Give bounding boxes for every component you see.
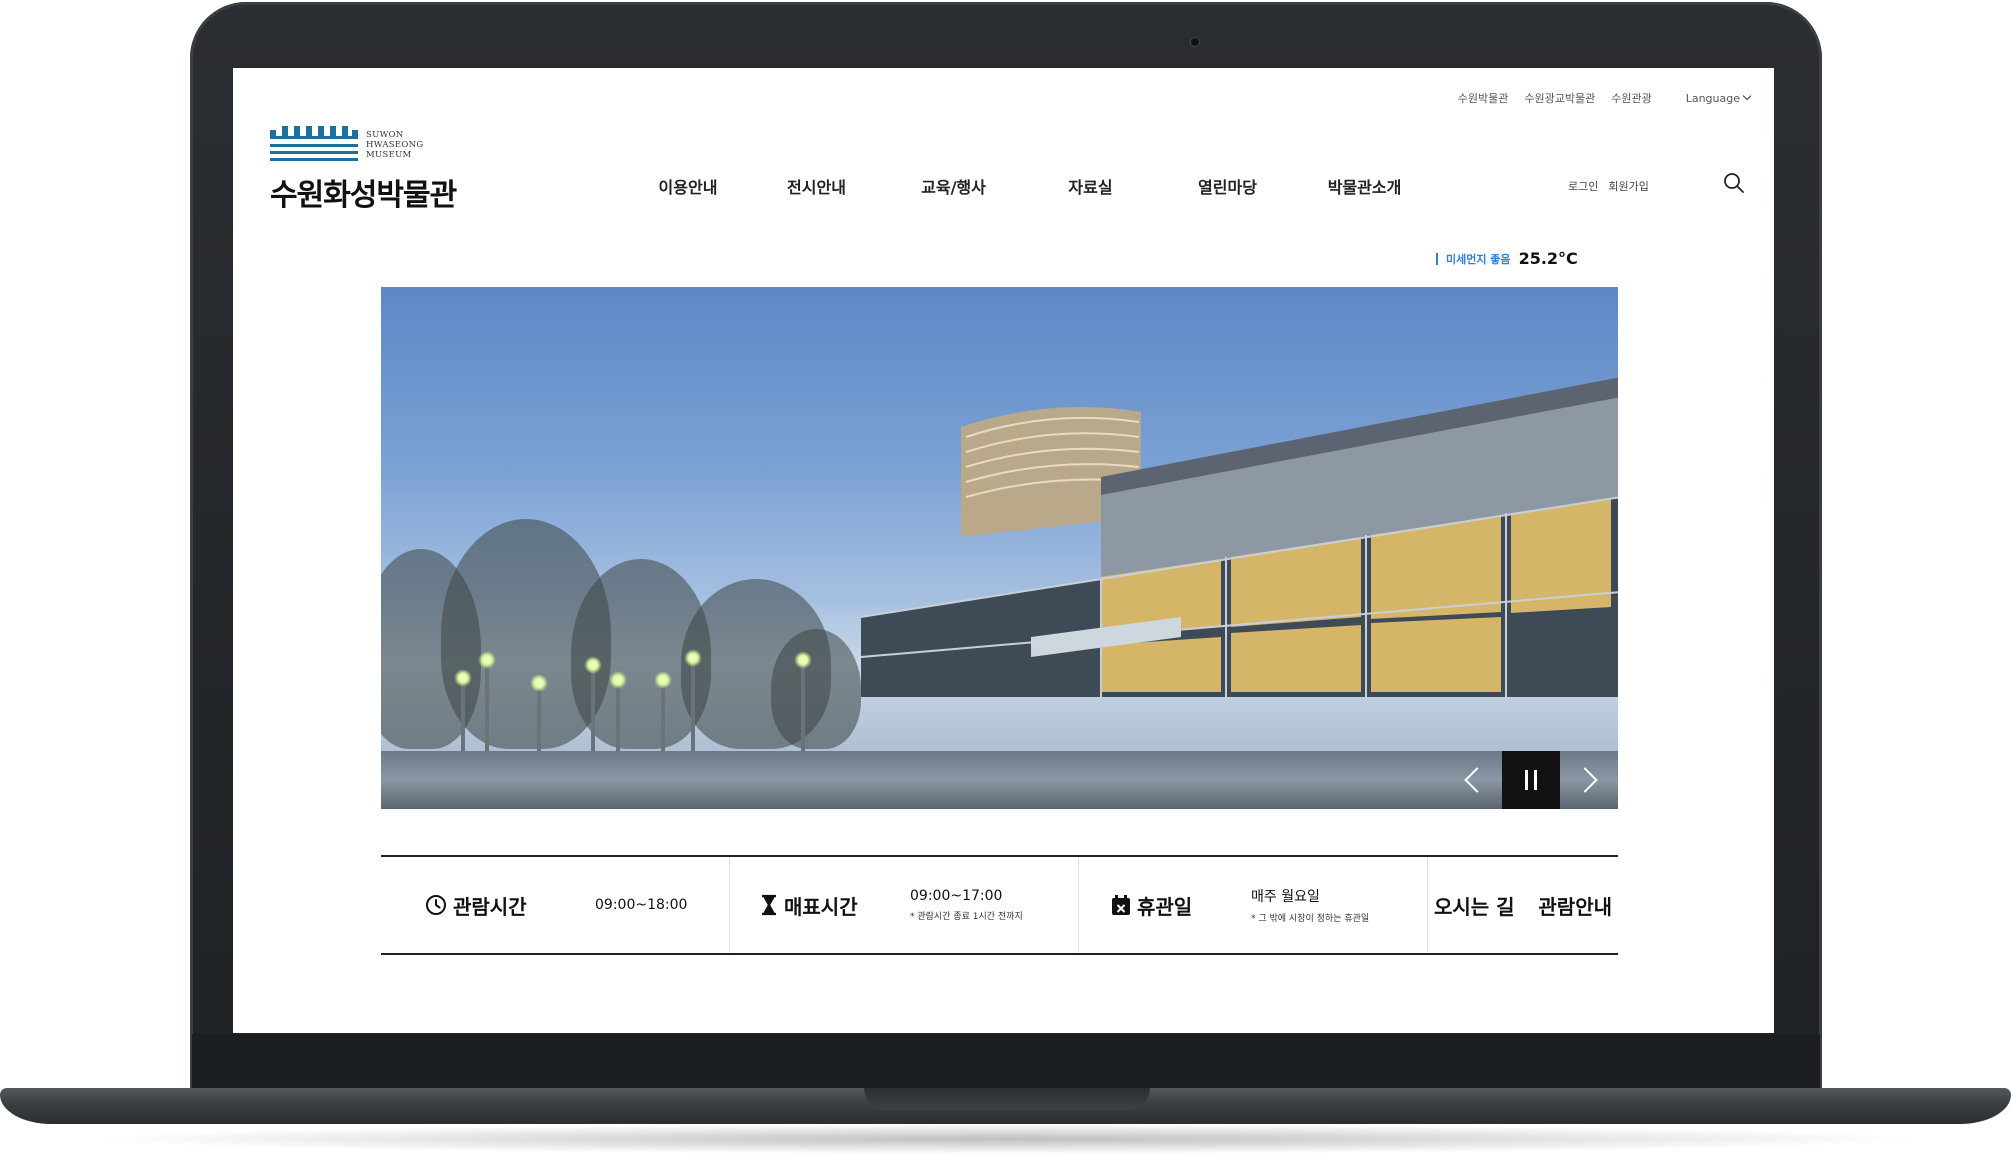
info-ticket-label: 매표시간 [784,894,858,919]
info-closed-value: 매주 월요일 [1251,889,1320,905]
member-links: 로그인 회원가입 [1568,178,1649,194]
info-ticket-value: 09:00~17:00 [910,888,1003,904]
info-ticket: 매표시간 09:00~17:00 * 관람시간 종료 1시간 전까지 [730,857,1079,953]
temperature: 25.2°C [1518,249,1578,268]
slider-controls [1444,751,1618,809]
info-hours-value: 09:00~18:00 [595,897,688,913]
plaza-ground [381,751,1618,809]
fortress-wall-logo-icon [270,126,358,161]
laptop-shadow [80,1124,1931,1154]
join-link[interactable]: 회원가입 [1608,178,1648,194]
main-navigation: 이용안내 전시안내 교육/행사 자료실 열린마당 박물관소개 [628,174,1433,198]
street-lamp [654,671,672,752]
camera [1190,37,1200,47]
logo-korean: 수원화성박물관 [270,178,457,213]
street-lamp [454,669,472,752]
util-link-suwon-museum[interactable]: 수원박물관 [1458,90,1509,106]
logo-english: SUWON HWASEONG MUSEUM [366,130,424,160]
info-ticket-text: 09:00~17:00 * 관람시간 종료 1시간 전까지 [910,888,1023,922]
info-ticket-note: * 관람시간 종료 1시간 전까지 [910,912,1023,922]
calendar-x-icon [1112,895,1130,915]
street-lamp [684,649,702,752]
site-logo[interactable]: SUWON HWASEONG MUSEUM 수원화성박물관 [270,124,510,213]
laptop-notch [864,1088,1150,1110]
street-lamp [609,671,627,752]
util-link-suwon-tourism[interactable]: 수원관광 [1611,90,1651,106]
street-lamp [794,651,812,752]
info-ticket-label-group: 매표시간 [760,891,910,920]
hourglass-icon [762,894,776,916]
nav-item-archive[interactable]: 자료실 [1022,174,1159,198]
street-lamp [478,651,496,752]
street-lamp [584,656,602,752]
museum-building-photo [860,377,1618,697]
nav-item-exhibitions[interactable]: 전시안내 [748,174,885,198]
nav-item-about-museum[interactable]: 박물관소개 [1296,174,1433,198]
chevron-down-icon [1742,91,1752,101]
info-closed: 휴관일 매주 월요일 * 그 밖에 시장이 정하는 휴관일 [1079,857,1428,953]
logo-en-line: SUWON [366,130,404,140]
info-links: 오시는 길 관람안내 [1428,857,1618,953]
nav-item-education-events[interactable]: 교육/행사 [885,174,1022,198]
util-link-gwanggyo-museum[interactable]: 수원광교박물관 [1524,90,1595,106]
nav-item-usage-guide[interactable]: 이용안내 [628,174,748,198]
weather-widget: 미세먼지 좋음 25.2°C [1436,249,1578,268]
laptop-frame: 수원박물관 수원광교박물관 수원관광 Language SUWON HWASEO… [0,0,2011,1171]
pause-icon [1525,770,1537,790]
utility-bar: 수원박물관 수원광교박물관 수원관광 Language [1458,90,1752,106]
visit-guide-link[interactable]: 관람안내 [1538,891,1612,920]
info-closed-label-group: 휴관일 [1111,891,1251,920]
slider-next-button[interactable] [1560,751,1618,809]
nav-item-open-forum[interactable]: 열린마당 [1159,174,1296,198]
info-closed-label: 휴관일 [1137,894,1193,919]
street-lamp [530,674,548,752]
slider-prev-button[interactable] [1444,751,1502,809]
info-closed-note: * 그 밖에 시장이 정하는 휴관일 [1251,914,1370,924]
info-hours: 관람시간 09:00~18:00 [381,857,730,953]
directions-link[interactable]: 오시는 길 [1434,891,1515,920]
search-icon[interactable] [1723,172,1745,194]
slider-pause-button[interactable] [1502,751,1560,809]
logo-en-line: HWASEONG [366,140,424,150]
info-hours-label: 관람시간 [453,894,527,919]
fine-dust-status: 미세먼지 좋음 [1446,252,1511,266]
hero-slider [381,287,1618,809]
login-link[interactable]: 로그인 [1568,178,1598,194]
logo-en-line: MUSEUM [366,150,412,160]
chevron-right-icon [1572,767,1598,793]
visit-info-strip: 관람시간 09:00~18:00 매표시간 09:00~17:00 * 관람시간… [381,855,1618,955]
website-screen: 수원박물관 수원광교박물관 수원관광 Language SUWON HWASEO… [233,68,1774,1033]
laptop-bezel [192,1034,1820,1090]
info-hours-label-group: 관람시간 [425,891,595,920]
clock-icon [426,895,446,915]
weather-divider [1436,252,1438,265]
info-closed-text: 매주 월요일 * 그 밖에 시장이 정하는 휴관일 [1251,886,1369,924]
chevron-left-icon [1464,767,1490,793]
language-label: Language [1685,91,1740,105]
language-select[interactable]: Language [1685,91,1752,105]
